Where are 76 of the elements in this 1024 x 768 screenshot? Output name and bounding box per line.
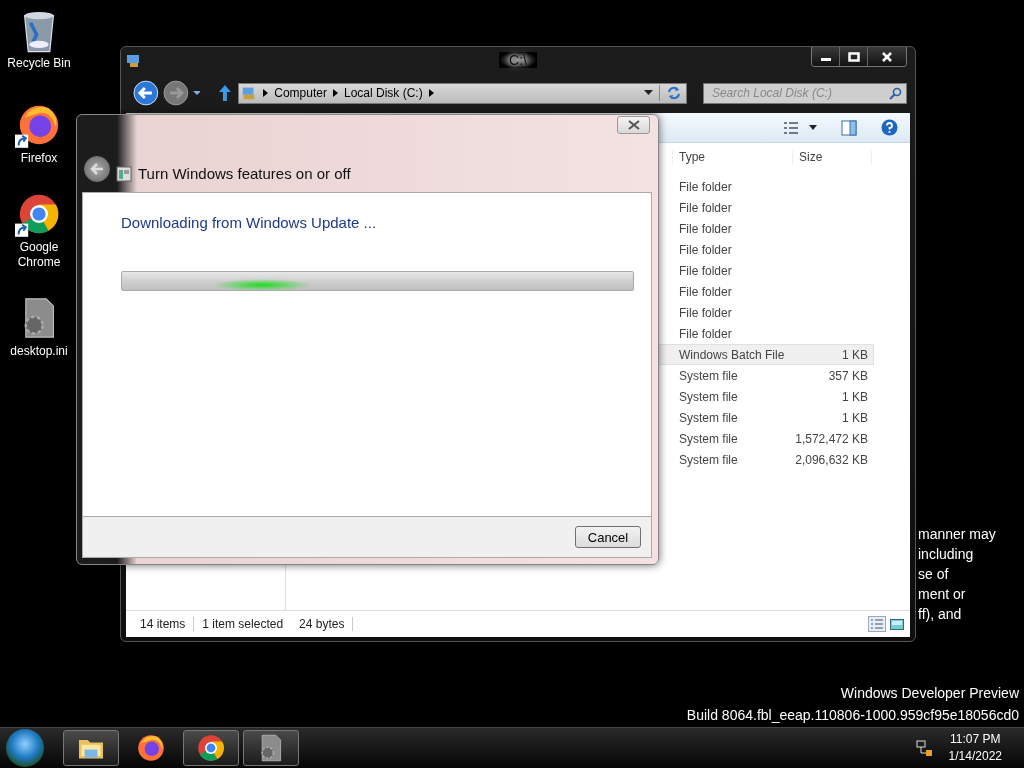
thumbnail-view-icon[interactable]	[889, 616, 905, 632]
table-cell-text: File folder	[679, 179, 733, 194]
build-info: Build 8064.fbl_eeap.110806-1000.959cf95e18056cd0	[686, 706, 1019, 725]
license-text: including	[918, 545, 975, 564]
dropdown-caret-icon[interactable]	[643, 90, 653, 96]
status-text: 14 items	[132, 617, 195, 631]
table-cell-text: System file	[679, 410, 739, 425]
license-text: manner may	[918, 525, 996, 544]
window-title: C:\	[499, 52, 537, 68]
status-text: 24 bytes	[291, 617, 354, 631]
chevron-icon	[332, 89, 338, 97]
table-cell-text: 1 KB	[841, 347, 868, 362]
refresh-icon[interactable]	[658, 85, 682, 101]
window-icon	[116, 166, 132, 182]
table-cell-text: System file	[679, 452, 739, 467]
clock-time[interactable]: 11:07 PM	[950, 731, 1001, 748]
chrome-icon	[195, 732, 227, 764]
maximize-button[interactable]	[840, 47, 868, 66]
firefox-icon	[135, 732, 167, 764]
icon-label: Recycle Bin	[6, 56, 72, 71]
icon-label: Firefox	[19, 151, 59, 166]
back-arrow-icon	[90, 163, 104, 175]
table-cell-text: System file	[679, 389, 739, 404]
help-icon[interactable]	[881, 119, 898, 136]
preview-pane-icon[interactable]	[841, 119, 857, 136]
search-icon[interactable]	[889, 86, 902, 100]
clock-date[interactable]: 1/14/2022	[948, 748, 1002, 765]
license-text: ment or	[918, 585, 967, 604]
status-message: Downloading from Windows Update ...	[121, 214, 378, 231]
chevron-icon	[428, 89, 434, 97]
table-cell-text: 357 KB	[827, 368, 868, 383]
column-header[interactable]: Type	[672, 150, 792, 164]
maximize-icon	[847, 51, 860, 62]
build-info: Windows Developer Preview	[840, 684, 1019, 703]
caret-icon[interactable]	[809, 124, 817, 131]
taskbar-app-button[interactable]	[63, 730, 119, 766]
taskbar-app-button[interactable]	[183, 730, 239, 766]
table-cell-text: System file	[679, 368, 739, 383]
table-cell-text: File folder	[679, 200, 733, 215]
minimize-button[interactable]	[812, 47, 840, 66]
breadcrumb[interactable]: Local Disk (C:)	[343, 86, 423, 100]
column-header[interactable]: Size	[792, 150, 872, 164]
table-cell-text: File folder	[679, 284, 733, 299]
table-cell-text: File folder	[679, 326, 733, 341]
caret-icon[interactable]	[192, 90, 201, 96]
back-button[interactable]	[84, 156, 110, 182]
table-cell-text: File folder	[679, 305, 733, 320]
table-cell-text: 1,572,472 KB	[794, 431, 868, 446]
details-view-icon[interactable]	[783, 120, 799, 135]
table-cell-text: File folder	[679, 263, 733, 278]
network-icon[interactable]	[914, 739, 933, 757]
license-text: ff), and	[918, 605, 963, 624]
minimize-icon	[820, 58, 831, 61]
table-cell-text: 1 KB	[841, 389, 868, 404]
taskbar-app-button[interactable]	[243, 730, 299, 766]
close-button[interactable]	[868, 47, 906, 66]
close-icon	[881, 50, 893, 63]
icon-label: desktop.ini	[9, 344, 69, 359]
cancel-button[interactable]: Cancel	[575, 526, 641, 548]
up-arrow-icon[interactable]	[218, 84, 233, 102]
chevron-icon	[263, 89, 269, 97]
table-cell-text: 2,096,632 KB	[794, 452, 868, 467]
search-field[interactable]: Search Local Disk (C:)	[702, 82, 907, 104]
close-icon	[627, 120, 640, 130]
dialog-title: Turn Windows features on or off	[138, 165, 351, 182]
start-button[interactable]	[6, 729, 44, 767]
table-cell-text: File folder	[679, 242, 733, 257]
icon-label: Google Chrome	[16, 240, 62, 270]
status-text: 1 item selected	[201, 617, 285, 631]
breadcrumb[interactable]: Computer	[274, 86, 327, 100]
table-cell-text: System file	[679, 431, 739, 446]
table-cell-text: 1 KB	[841, 410, 868, 425]
close-button[interactable]	[617, 116, 650, 134]
table-cell-text: Windows Batch File	[679, 347, 786, 362]
address-bar[interactable]: Computer Local Disk (C:)	[238, 82, 687, 104]
license-text: se of	[918, 565, 950, 584]
